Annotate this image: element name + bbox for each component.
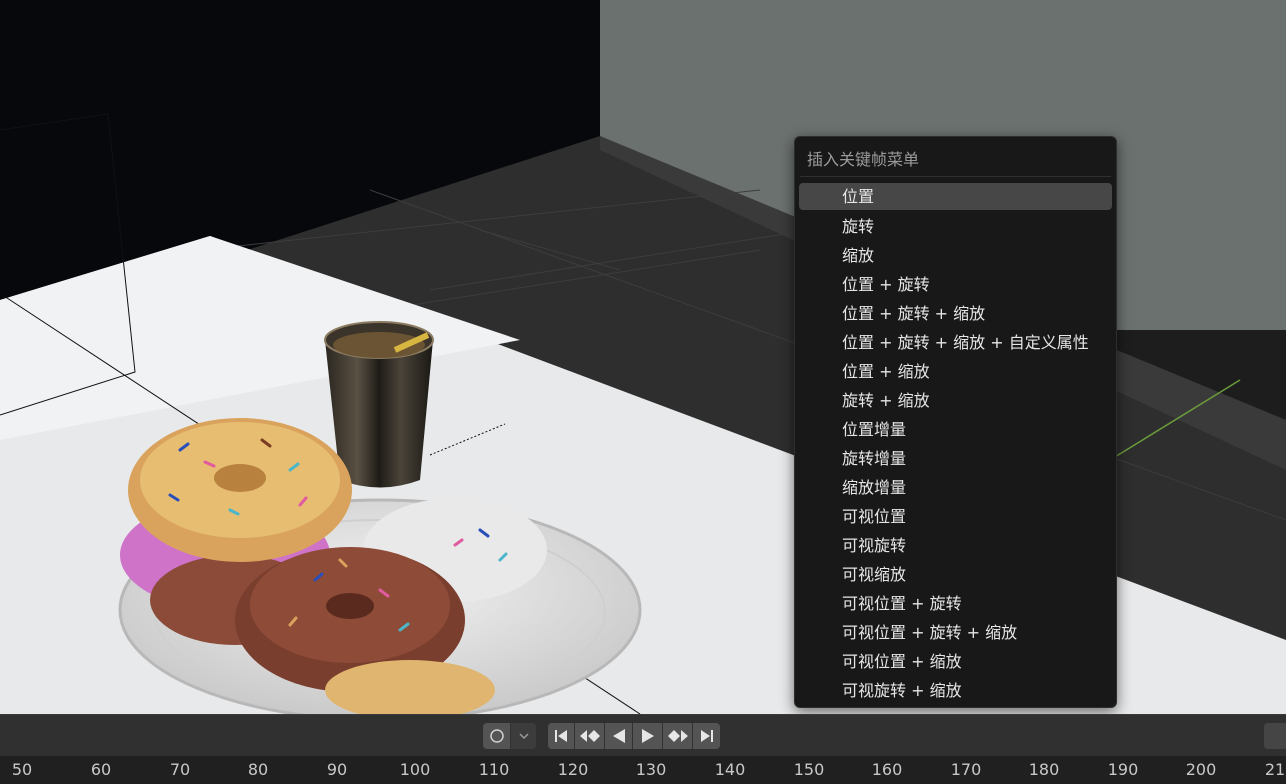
record-keying-icon[interactable] bbox=[483, 723, 510, 749]
keying-dropdown-icon[interactable] bbox=[511, 723, 536, 749]
ruler-tick: 190 bbox=[1107, 760, 1139, 779]
ruler-tick: 150 bbox=[793, 760, 825, 779]
play-reverse-icon[interactable] bbox=[605, 723, 632, 749]
menu-item-delta-scale[interactable]: 缩放增量 bbox=[799, 473, 1112, 502]
menu-item-location-scale[interactable]: 位置 + 缩放 bbox=[799, 357, 1112, 386]
ruler-tick: 160 bbox=[871, 760, 903, 779]
menu-item-delta-location[interactable]: 位置增量 bbox=[799, 415, 1112, 444]
ruler-tick: 130 bbox=[635, 760, 667, 779]
menu-item-scale[interactable]: 缩放 bbox=[799, 241, 1112, 270]
ruler-tick: 100 bbox=[399, 760, 431, 779]
ruler-tick: 80 bbox=[247, 760, 269, 779]
ruler-tick: 180 bbox=[1028, 760, 1060, 779]
menu-item-location-rotation[interactable]: 位置 + 旋转 bbox=[799, 270, 1112, 299]
menu-title: 插入关键帧菜单 bbox=[807, 150, 920, 169]
jump-start-icon[interactable] bbox=[548, 723, 574, 749]
menu-item-location-rotation-scale-custom[interactable]: 位置 + 旋转 + 缩放 + 自定义属性 bbox=[799, 328, 1112, 357]
menu-item-location[interactable]: 位置 bbox=[799, 183, 1112, 210]
menu-item-visual-rotation-scale[interactable]: 可视旋转 + 缩放 bbox=[799, 676, 1112, 705]
menu-separator bbox=[800, 176, 1111, 177]
menu-item-visual-location-scale[interactable]: 可视位置 + 缩放 bbox=[799, 647, 1112, 676]
menu-item-rotation-scale[interactable]: 旋转 + 缩放 bbox=[799, 386, 1112, 415]
ruler-tick: 200 bbox=[1185, 760, 1217, 779]
prev-keyframe-icon[interactable] bbox=[575, 723, 604, 749]
ruler-tick: 170 bbox=[950, 760, 982, 779]
jump-end-icon[interactable] bbox=[693, 723, 720, 749]
play-icon[interactable] bbox=[633, 723, 662, 749]
ruler-tick: 70 bbox=[169, 760, 191, 779]
insert-keyframe-menu: 插入关键帧菜单 位置 旋转 缩放 位置 + 旋转 位置 + 旋转 + 缩放 位置… bbox=[794, 136, 1117, 708]
next-keyframe-icon[interactable] bbox=[663, 723, 692, 749]
menu-item-visual-scale[interactable]: 可视缩放 bbox=[799, 560, 1112, 589]
ruler-tick: 21 bbox=[1264, 760, 1286, 779]
menu-item-visual-location-rotation[interactable]: 可视位置 + 旋转 bbox=[799, 589, 1112, 618]
menu-item-location-rotation-scale[interactable]: 位置 + 旋转 + 缩放 bbox=[799, 299, 1112, 328]
menu-items: 位置 旋转 缩放 位置 + 旋转 位置 + 旋转 + 缩放 位置 + 旋转 + … bbox=[799, 183, 1112, 705]
menu-item-visual-location-rotation-scale[interactable]: 可视位置 + 旋转 + 缩放 bbox=[799, 618, 1112, 647]
menu-item-delta-rotation[interactable]: 旋转增量 bbox=[799, 444, 1112, 473]
timeline-field-partial[interactable] bbox=[1264, 723, 1286, 749]
menu-item-visual-rotation[interactable]: 可视旋转 bbox=[799, 531, 1112, 560]
ruler-tick: 140 bbox=[714, 760, 746, 779]
frame-ruler[interactable]: 50 60 70 80 90 100 110 120 130 140 150 1… bbox=[0, 756, 1286, 784]
ruler-tick: 60 bbox=[90, 760, 112, 779]
ruler-tick: 90 bbox=[326, 760, 348, 779]
ruler-tick: 120 bbox=[557, 760, 589, 779]
timeline-header bbox=[0, 714, 1286, 756]
menu-item-rotation[interactable]: 旋转 bbox=[799, 212, 1112, 241]
ruler-tick: 110 bbox=[478, 760, 510, 779]
menu-item-visual-location[interactable]: 可视位置 bbox=[799, 502, 1112, 531]
ruler-tick: 50 bbox=[11, 760, 33, 779]
